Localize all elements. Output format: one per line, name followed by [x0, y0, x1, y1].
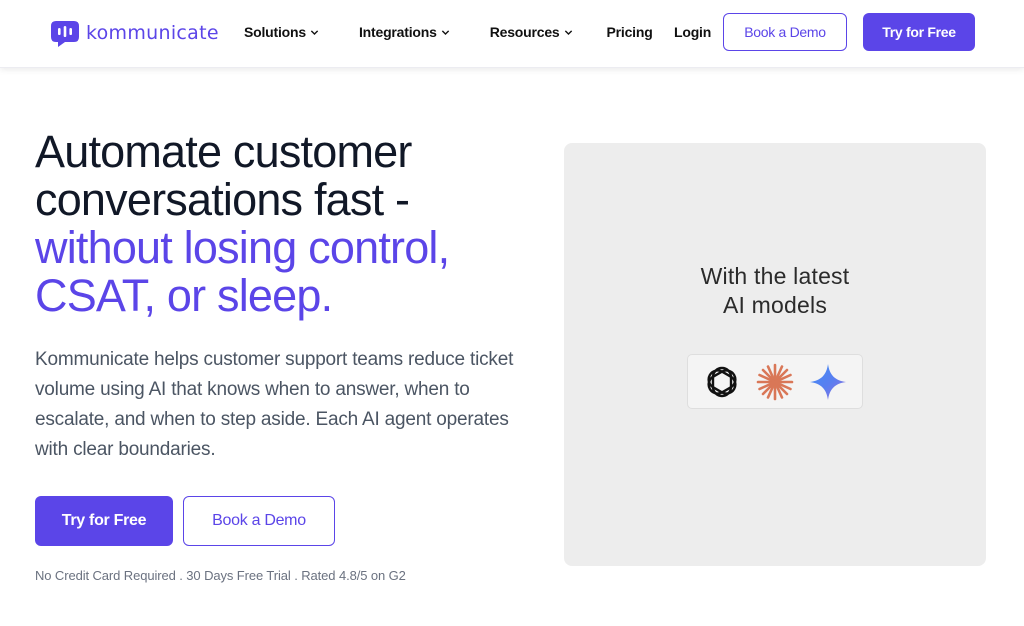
gemini-icon — [809, 363, 846, 400]
nav-pricing[interactable]: Pricing — [607, 24, 653, 40]
hero-title-line-4: CSAT, or sleep. — [35, 270, 333, 321]
panel-heading: With the latest AI models — [564, 262, 986, 320]
trial-fineprint: No Credit Card Required . 30 Days Free T… — [35, 568, 406, 583]
top-navbar: kommunicate Solutions Integrations Resou… — [0, 0, 1024, 68]
panel-heading-line-2: AI models — [722, 292, 828, 318]
chevron-down-icon — [310, 29, 319, 35]
ai-models-panel: With the latest AI models — [564, 143, 986, 566]
nav-try-free-button[interactable]: Try for Free — [863, 13, 975, 51]
nav-solutions-label: Solutions — [244, 24, 306, 40]
nav-solutions[interactable]: Solutions — [244, 24, 319, 40]
chat-bubble-logo-icon — [51, 21, 79, 47]
nav-integrations-label: Integrations — [358, 24, 437, 40]
openai-icon — [707, 366, 737, 397]
hero-title-line-1: Automate customer — [35, 126, 412, 177]
panel-heading-line-1: With the latest — [700, 263, 850, 289]
nav-resources-label: Resources — [489, 24, 560, 40]
nav-book-demo-button[interactable]: Book a Demo — [723, 13, 847, 51]
hero-try-free-button[interactable]: Try for Free — [35, 496, 173, 546]
main-nav: Solutions Integrations Resources Pricing — [244, 0, 653, 64]
hero-book-demo-button[interactable]: Book a Demo — [183, 496, 335, 546]
hero-title-line-2: conversations fast - — [35, 174, 410, 225]
brand-logo[interactable]: kommunicate — [50, 18, 219, 48]
chevron-down-icon — [441, 29, 449, 35]
nav-resources[interactable]: Resources — [490, 24, 573, 40]
hero-description: Kommunicate helps customer support teams… — [35, 349, 514, 460]
hero-title: Automate customer conversations fast - w… — [35, 128, 555, 320]
login-link[interactable]: Login — [674, 24, 711, 40]
nav-integrations[interactable]: Integrations — [359, 24, 450, 40]
hero-title-line-3: without losing control, — [35, 222, 450, 273]
brand-name: kommunicate — [86, 22, 219, 44]
ai-model-logos — [687, 354, 863, 409]
claude-icon — [756, 363, 794, 400]
nav-pricing-label: Pricing — [606, 24, 653, 40]
chevron-down-icon — [564, 29, 572, 35]
